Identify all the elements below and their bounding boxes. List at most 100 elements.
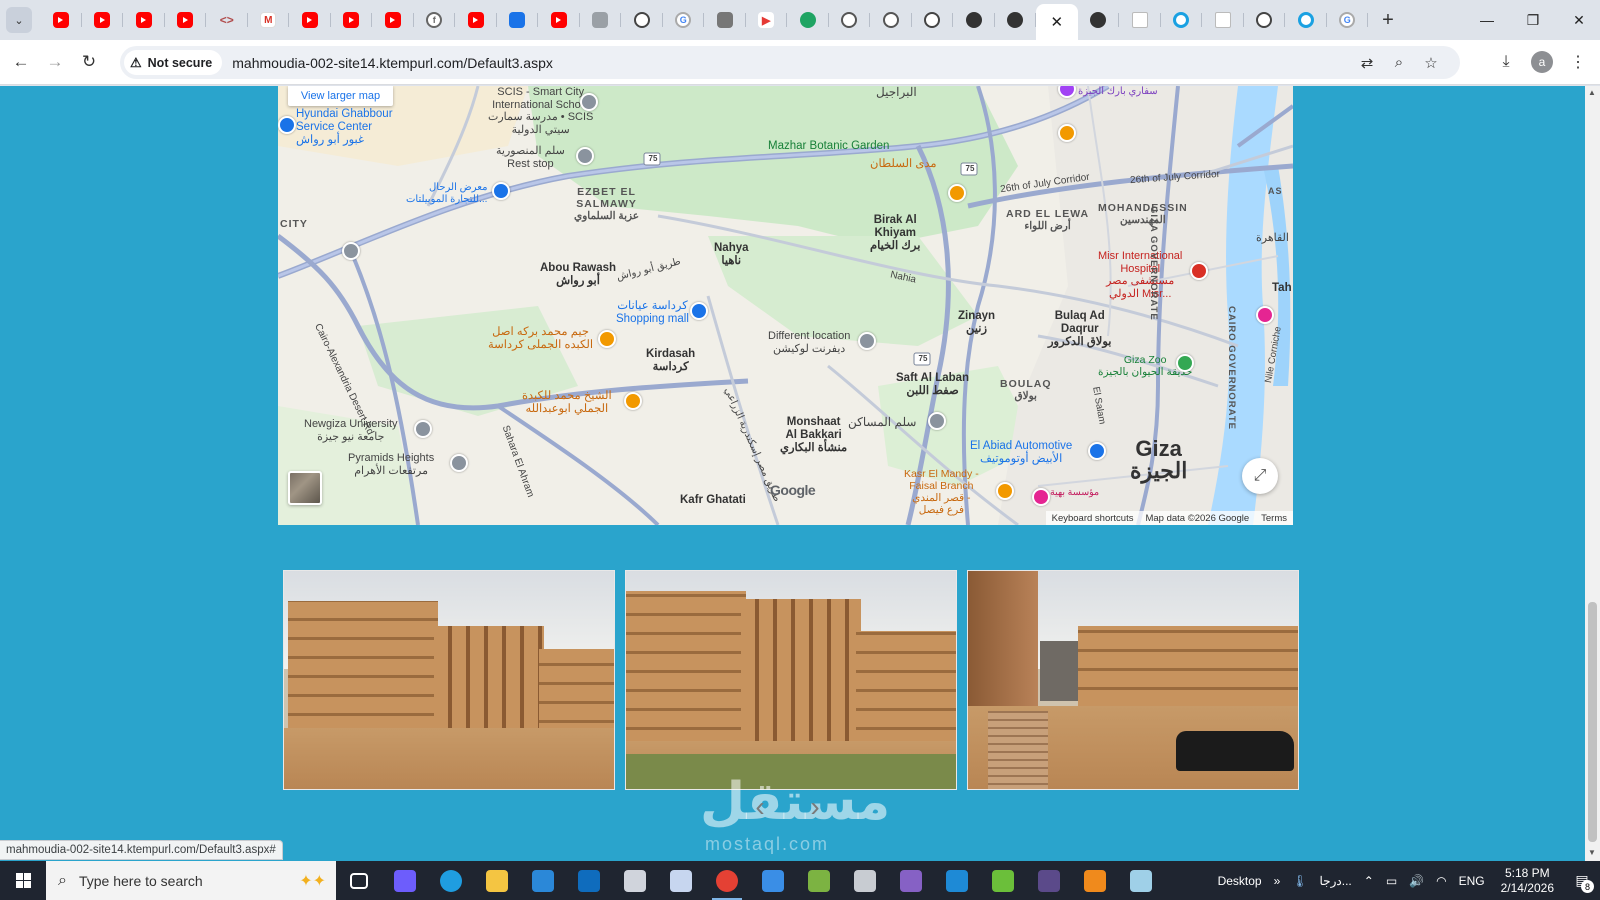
language-indicator[interactable]: ENG bbox=[1453, 874, 1491, 888]
clock[interactable]: 5:18 PM 2/14/2026 bbox=[1491, 866, 1564, 896]
browser-tab[interactable] bbox=[580, 4, 622, 36]
browser-tab[interactable] bbox=[1285, 4, 1327, 36]
browser-tab[interactable] bbox=[995, 4, 1037, 36]
gallery-photo-2[interactable] bbox=[625, 570, 957, 790]
browser-tab[interactable]: ✕ bbox=[1036, 4, 1078, 40]
scroll-up-icon[interactable]: ▲ bbox=[1588, 88, 1596, 97]
browser-tab[interactable]: G bbox=[1327, 4, 1369, 36]
gym-pin-icon[interactable] bbox=[598, 330, 616, 348]
university-pin-icon[interactable] bbox=[414, 420, 432, 438]
scroll-thumb[interactable] bbox=[1588, 602, 1597, 842]
gallery-photo-1[interactable] bbox=[283, 570, 615, 790]
forward-button[interactable]: → bbox=[38, 45, 72, 79]
browser-tab[interactable] bbox=[40, 4, 82, 36]
tab-close-icon[interactable]: ✕ bbox=[1050, 13, 1063, 31]
browser-tab[interactable] bbox=[787, 4, 829, 36]
page-scrollbar[interactable]: ▲ ▼ bbox=[1585, 86, 1600, 861]
tray-overflow-icon[interactable]: ⌃ bbox=[1358, 874, 1380, 888]
browser-tab[interactable]: <> bbox=[206, 4, 248, 36]
browser-tab[interactable] bbox=[165, 4, 207, 36]
file-explorer-taskbar-button[interactable] bbox=[474, 861, 520, 900]
browser-tab[interactable] bbox=[1119, 4, 1161, 36]
download-app-taskbar-button[interactable] bbox=[980, 861, 1026, 900]
browser-tab[interactable] bbox=[829, 4, 871, 36]
browser-tab[interactable] bbox=[621, 4, 663, 36]
security-chip[interactable]: ⚠ Not secure bbox=[124, 50, 223, 75]
stop-pin-icon[interactable] bbox=[928, 412, 946, 430]
address-bar[interactable]: ⚠ Not secure mahmoudia-002-site14.ktempu… bbox=[120, 46, 1460, 79]
rest-stop-pin-icon[interactable] bbox=[576, 147, 594, 165]
restaurant-pin-icon[interactable] bbox=[948, 184, 966, 202]
browser-tab[interactable] bbox=[1078, 4, 1120, 36]
outlook-taskbar-button[interactable] bbox=[566, 861, 612, 900]
notification-center-icon[interactable]: ▤ 8 bbox=[1564, 861, 1600, 900]
hotel-pin-icon[interactable] bbox=[1256, 306, 1274, 324]
browser-tab[interactable]: M bbox=[248, 4, 290, 36]
browser-tab[interactable] bbox=[1244, 4, 1286, 36]
toolbar-chevron-icon[interactable]: » bbox=[1268, 874, 1287, 888]
browser-tab[interactable] bbox=[82, 4, 124, 36]
satellite-toggle[interactable] bbox=[288, 471, 322, 505]
settings-taskbar-button[interactable] bbox=[842, 861, 888, 900]
browser-tab[interactable] bbox=[538, 4, 580, 36]
close-window-button[interactable]: ✕ bbox=[1556, 0, 1600, 40]
shop-pin-icon[interactable] bbox=[492, 182, 510, 200]
scroll-down-icon[interactable]: ▼ bbox=[1588, 848, 1596, 857]
translate-icon[interactable]: ⇄ bbox=[1352, 46, 1382, 79]
draw-app-taskbar-button[interactable] bbox=[796, 861, 842, 900]
butcher-pin-icon[interactable] bbox=[624, 392, 642, 410]
browser-tab[interactable] bbox=[331, 4, 373, 36]
taskbar-search[interactable]: ⌕ Type here to search ✦✦ bbox=[46, 861, 336, 900]
new-tab-button[interactable]: + bbox=[1374, 6, 1402, 34]
desktop-toolbar-label[interactable]: Desktop bbox=[1212, 874, 1268, 888]
terms-link[interactable]: Terms bbox=[1255, 513, 1293, 524]
browser-tab[interactable] bbox=[455, 4, 497, 36]
download-icon[interactable]: ⤓ bbox=[1490, 45, 1522, 79]
reload-button[interactable]: ↻ bbox=[72, 45, 106, 79]
location-pin-icon[interactable] bbox=[858, 332, 876, 350]
browser-tab[interactable] bbox=[704, 4, 746, 36]
keyboard-shortcuts-link[interactable]: Keyboard shortcuts bbox=[1046, 513, 1140, 524]
start-button[interactable] bbox=[0, 861, 46, 900]
profile-button[interactable]: a bbox=[1526, 45, 1558, 79]
heights-pin-icon[interactable] bbox=[450, 454, 468, 472]
mall-pin-icon[interactable] bbox=[690, 302, 708, 320]
store-taskbar-button[interactable] bbox=[520, 861, 566, 900]
fullscreen-icon[interactable]: ⤢ bbox=[1242, 458, 1278, 494]
view-larger-map-link[interactable]: View larger map bbox=[288, 86, 393, 106]
browser-tab[interactable]: ▶ bbox=[746, 4, 788, 36]
pink-pin-icon[interactable] bbox=[1032, 488, 1050, 506]
edge-taskbar-button[interactable] bbox=[428, 861, 474, 900]
kasr-pin-icon[interactable] bbox=[996, 482, 1014, 500]
browser-tab[interactable] bbox=[912, 4, 954, 36]
weather-icon[interactable]: 🌡 bbox=[1286, 874, 1313, 888]
automotive-pin-icon[interactable] bbox=[1088, 442, 1106, 460]
minimize-button[interactable]: — bbox=[1464, 0, 1510, 40]
volume-icon[interactable]: 🔊 bbox=[1403, 874, 1430, 888]
school-pin-icon[interactable] bbox=[580, 93, 598, 111]
url-text[interactable]: mahmoudia-002-site14.ktempurl.com/Defaul… bbox=[232, 55, 553, 71]
service-pin-icon[interactable] bbox=[278, 116, 296, 134]
menu-kebab-icon[interactable]: ⋮ bbox=[1562, 45, 1594, 79]
chart-app-taskbar-button[interactable] bbox=[658, 861, 704, 900]
browser-tab[interactable] bbox=[497, 4, 539, 36]
restore-button[interactable]: ❐ bbox=[1510, 0, 1556, 40]
browser-tab[interactable]: f bbox=[414, 4, 456, 36]
chrome-taskbar-button[interactable] bbox=[704, 861, 750, 900]
notes-app-taskbar-button[interactable] bbox=[1118, 861, 1164, 900]
zoom-icon[interactable]: ⌕ bbox=[1384, 46, 1414, 79]
zoo-pin-icon[interactable] bbox=[1176, 354, 1194, 372]
browser-tab[interactable] bbox=[289, 4, 331, 36]
bookmark-star-icon[interactable]: ☆ bbox=[1416, 46, 1446, 79]
browser-tab[interactable] bbox=[1202, 4, 1244, 36]
browser-tab[interactable] bbox=[1161, 4, 1203, 36]
browser-tab[interactable] bbox=[123, 4, 165, 36]
browser-tab[interactable] bbox=[953, 4, 995, 36]
hospital-pin-icon[interactable] bbox=[1190, 262, 1208, 280]
browser-tab[interactable] bbox=[870, 4, 912, 36]
terminal-taskbar-button[interactable] bbox=[1026, 861, 1072, 900]
network-icon[interactable]: ◠ bbox=[1430, 874, 1452, 888]
visual-studio-taskbar-button[interactable] bbox=[888, 861, 934, 900]
browser-tab[interactable]: G bbox=[663, 4, 705, 36]
vscode-taskbar-button[interactable] bbox=[934, 861, 980, 900]
